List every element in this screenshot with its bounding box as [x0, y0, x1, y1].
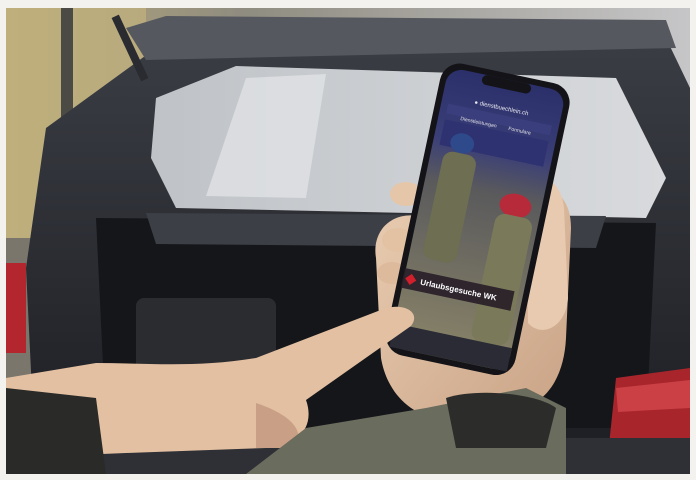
swiss-cross-icon: [405, 273, 417, 285]
photo: ● dienstbuechlein.ch Dienstleistungen Fo…: [6, 8, 690, 474]
photo-scene: [6, 8, 690, 474]
